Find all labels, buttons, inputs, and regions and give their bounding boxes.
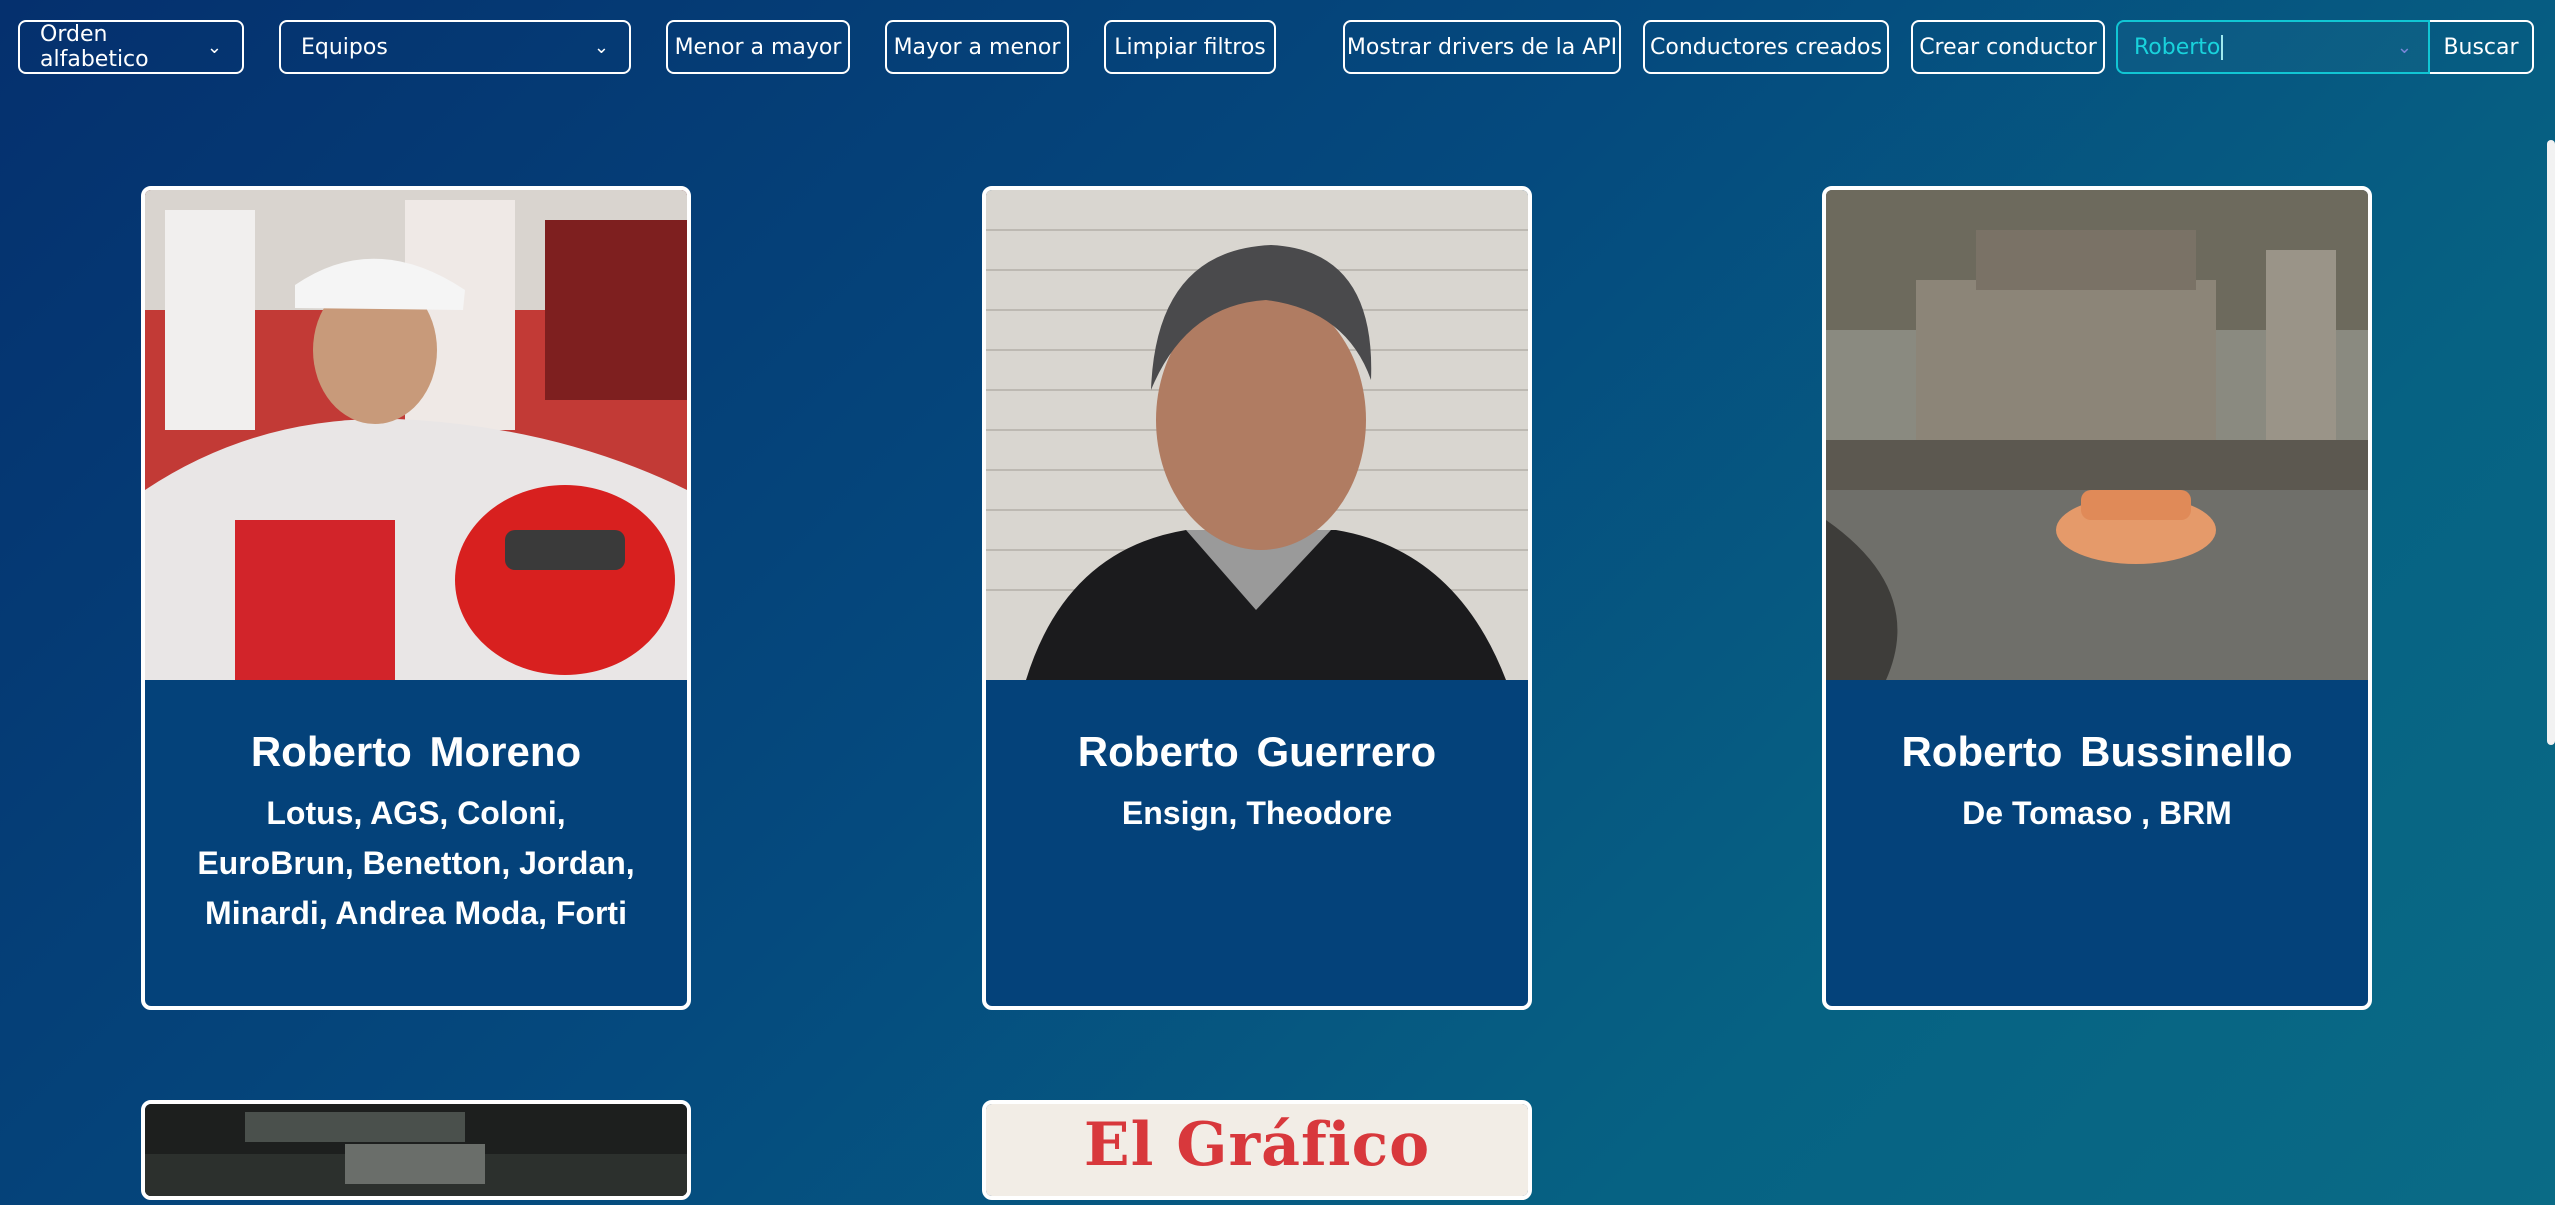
magazine-cover-title: El Gráfico — [1083, 1110, 1431, 1180]
clear-filters-button[interactable]: Limpiar filtros — [1104, 20, 1276, 74]
chevron-down-icon[interactable]: ⌄ — [2397, 37, 2412, 58]
create-driver-button[interactable]: Crear conductor — [1911, 20, 2105, 74]
driver-card[interactable]: Roberto Moreno Lotus, AGS, Coloni, EuroB… — [141, 186, 691, 1010]
sort-select-value: Orden alfabetico — [40, 22, 149, 72]
chevron-down-icon: ⌄ — [593, 36, 609, 58]
search-button[interactable]: Buscar — [2430, 20, 2534, 74]
search-bar: Roberto ⌄ Buscar — [2116, 20, 2534, 74]
driver-name: Roberto Moreno — [250, 728, 582, 775]
search-input[interactable]: Roberto ⌄ — [2116, 20, 2430, 74]
driver-photo: El Gráfico — [986, 1104, 1528, 1196]
chevron-down-icon: ⌄ — [206, 36, 222, 58]
driver-card[interactable]: Roberto Guerrero Ensign, Theodore — [982, 186, 1532, 1010]
driver-name: Roberto Guerrero — [1077, 728, 1437, 775]
driver-photo — [145, 190, 687, 680]
teams-select-value: Equipos — [301, 34, 388, 60]
driver-photo — [145, 1104, 687, 1196]
driver-card-body: Roberto Guerrero Ensign, Theodore — [986, 680, 1528, 838]
driver-photo — [986, 190, 1528, 680]
sort-asc-button[interactable]: Menor a mayor — [666, 20, 850, 74]
sort-desc-button[interactable]: Mayor a menor — [885, 20, 1069, 74]
driver-teams: Lotus, AGS, Coloni, EuroBrun, Benetton, … — [197, 795, 635, 931]
driver-card[interactable] — [141, 1100, 691, 1200]
driver-teams: Ensign, Theodore — [1121, 795, 1393, 831]
search-input-value: Roberto — [2134, 34, 2224, 60]
show-api-drivers-button[interactable]: Mostrar drivers de la API — [1343, 20, 1621, 74]
driver-card-body: Roberto Bussinello De Tomaso , BRM — [1826, 680, 2368, 838]
driver-card[interactable]: El Gráfico — [982, 1100, 1532, 1200]
scrollbar[interactable] — [2547, 140, 2555, 745]
sort-select[interactable]: Orden alfabetico ⌄ — [18, 20, 244, 74]
driver-name: Roberto Bussinello — [1901, 728, 2293, 775]
driver-card-body: Roberto Moreno Lotus, AGS, Coloni, EuroB… — [145, 680, 687, 938]
teams-select[interactable]: Equipos ⌄ — [279, 20, 631, 74]
driver-teams: De Tomaso , BRM — [1962, 795, 2232, 831]
created-drivers-button[interactable]: Conductores creados — [1643, 20, 1889, 74]
driver-card[interactable]: Roberto Bussinello De Tomaso , BRM — [1822, 186, 2372, 1010]
driver-photo — [1826, 190, 2368, 680]
